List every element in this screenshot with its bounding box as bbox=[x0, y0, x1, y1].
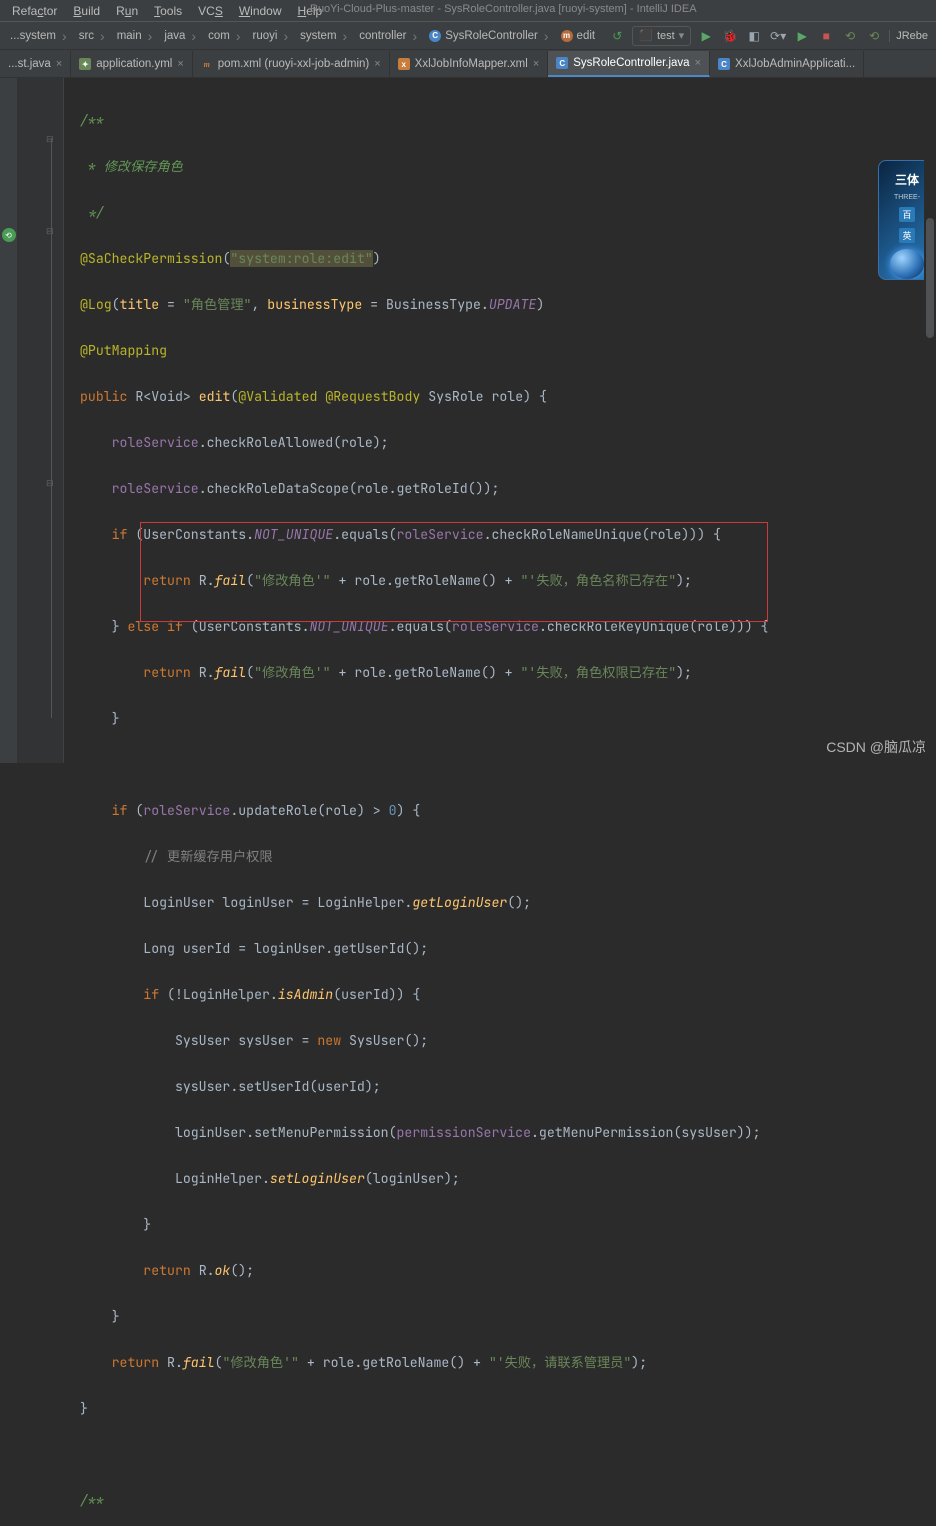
crumb-method[interactable]: medit bbox=[555, 25, 608, 47]
crumb-com[interactable]: com bbox=[202, 25, 246, 47]
crumb-class[interactable]: C SysRoleController bbox=[423, 25, 554, 47]
menu-window[interactable]: Window bbox=[233, 2, 288, 20]
xml-icon: x bbox=[398, 58, 410, 70]
method-name: edit bbox=[199, 388, 231, 405]
menu-refactor[interactable]: Refactor bbox=[6, 2, 63, 20]
fold-guide bbox=[51, 138, 52, 718]
close-icon[interactable]: × bbox=[695, 57, 701, 69]
crumb-ruoyi[interactable]: ruoyi bbox=[247, 25, 295, 47]
doc-comment: */ bbox=[80, 204, 104, 221]
debug-button[interactable]: 🐞 bbox=[721, 27, 739, 45]
class-icon: C bbox=[429, 30, 441, 42]
close-icon[interactable]: × bbox=[56, 58, 62, 70]
widget-badge[interactable]: 英 bbox=[899, 228, 914, 243]
build-button[interactable]: ↺ bbox=[608, 27, 626, 45]
scrollbar-thumb[interactable] bbox=[926, 218, 934, 338]
crumb-system[interactable]: system bbox=[294, 25, 353, 47]
jrebel-button[interactable]: ⟲ bbox=[841, 27, 859, 45]
tab-label: XxlJobAdminApplicati... bbox=[735, 58, 855, 70]
line-comment: // 更新缓存用户权限 bbox=[80, 848, 273, 865]
jrebel-label[interactable]: JRebe bbox=[889, 30, 928, 42]
doc-comment: /** bbox=[80, 1492, 104, 1509]
menu-run[interactable]: Run bbox=[110, 2, 144, 20]
close-icon[interactable]: × bbox=[533, 58, 539, 70]
coverage-button[interactable]: ◧ bbox=[745, 27, 763, 45]
run-config-icon: ⬛ bbox=[639, 29, 653, 42]
menu-vcs[interactable]: VCS bbox=[192, 2, 229, 20]
widget-subtitle: THREE- bbox=[894, 194, 920, 201]
class-icon: C bbox=[718, 58, 730, 70]
doc-comment: * 修改保存角色 bbox=[80, 158, 183, 175]
window-title: RuoYi-Cloud-Plus-master - SysRoleControl… bbox=[310, 3, 697, 15]
annotation: @SaCheckPermission bbox=[80, 250, 222, 267]
crumb-class-label: SysRoleController bbox=[445, 30, 538, 42]
tab-label: XxlJobInfoMapper.xml bbox=[415, 58, 528, 70]
annotation: @PutMapping bbox=[80, 342, 167, 359]
crumb-controller[interactable]: controller bbox=[353, 25, 423, 47]
profile-button[interactable]: ⟳▾ bbox=[769, 27, 787, 45]
vertical-scrollbar[interactable] bbox=[924, 78, 936, 763]
tab-pom-xml[interactable]: m pom.xml (ruoyi-xxl-job-admin) × bbox=[193, 51, 390, 77]
run-config-selector[interactable]: ⬛ test ▾ bbox=[632, 26, 691, 46]
navigation-bar: ...system src main java com ruoyi system… bbox=[0, 22, 936, 50]
widget-title: 三体 bbox=[895, 171, 919, 188]
tab-label: ...st.java bbox=[8, 58, 51, 70]
tab-sysrolecontroller[interactable]: C SysRoleController.java × bbox=[548, 51, 710, 77]
tab-label: pom.xml (ruoyi-xxl-job-admin) bbox=[218, 58, 369, 70]
editor-tabs: ...st.java × ✦ application.yml × m pom.xml (… bbox=[0, 50, 936, 78]
jrebel-debug-button[interactable]: ⟲ bbox=[865, 27, 883, 45]
globe-icon bbox=[890, 249, 924, 279]
chevron-down-icon: ▾ bbox=[679, 29, 685, 42]
tab-xxljobadminapp[interactable]: C XxlJobAdminApplicati... bbox=[710, 51, 864, 77]
crumb-method-label: edit bbox=[577, 30, 596, 42]
editor-area: ⟲ ⊟ ⊟ ⊟ /** * 修改保存角色 */ @SaCheckPermissi… bbox=[0, 78, 936, 763]
crumb-module[interactable]: ...system bbox=[4, 25, 73, 47]
watermark-text: CSDN @脑瓜凉 bbox=[826, 737, 926, 757]
tab-xxljobinfomapper[interactable]: x XxlJobInfoMapper.xml × bbox=[390, 51, 549, 77]
left-tool-strip: ⟲ bbox=[0, 78, 18, 763]
widget-badge[interactable]: 百 bbox=[899, 207, 914, 222]
tab-application-yml[interactable]: ✦ application.yml × bbox=[71, 51, 193, 77]
run-toolbar: ↺ ⬛ test ▾ ▶ 🐞 ◧ ⟳▾ ▶ ■ ⟲ ⟲ JRebe bbox=[608, 26, 932, 46]
menu-tools[interactable]: Tools bbox=[148, 2, 188, 20]
tab-label: SysRoleController.java bbox=[573, 57, 689, 69]
maven-icon: m bbox=[201, 58, 213, 70]
crumb-src[interactable]: src bbox=[73, 25, 111, 47]
string-literal: "system:role:edit" bbox=[230, 250, 372, 267]
method-icon: m bbox=[561, 30, 573, 42]
project-tool-icon[interactable]: ⟲ bbox=[2, 228, 16, 242]
gutter[interactable]: ⊟ ⊟ ⊟ bbox=[18, 78, 64, 763]
run-anything-button[interactable]: ▶ bbox=[793, 27, 811, 45]
code-editor[interactable]: /** * 修改保存角色 */ @SaCheckPermission("syst… bbox=[64, 78, 936, 763]
yml-icon: ✦ bbox=[79, 58, 91, 70]
run-button[interactable]: ▶ bbox=[697, 27, 715, 45]
crumb-java[interactable]: java bbox=[158, 25, 202, 47]
annotation: @Log bbox=[80, 296, 112, 313]
tab-label: application.yml bbox=[96, 58, 172, 70]
run-config-name: test bbox=[657, 30, 675, 42]
stop-button[interactable]: ■ bbox=[817, 27, 835, 45]
crumb-main[interactable]: main bbox=[111, 25, 159, 47]
class-icon: C bbox=[556, 57, 568, 69]
close-icon[interactable]: × bbox=[374, 58, 380, 70]
tab-stjava[interactable]: ...st.java × bbox=[0, 51, 71, 77]
menu-build[interactable]: Build bbox=[67, 2, 106, 20]
main-menubar: Refactor Build Run Tools VCS Window Help… bbox=[0, 0, 936, 22]
breadcrumb: ...system src main java com ruoyi system… bbox=[4, 25, 608, 47]
close-icon[interactable]: × bbox=[177, 58, 183, 70]
doc-comment: /** bbox=[80, 112, 104, 129]
